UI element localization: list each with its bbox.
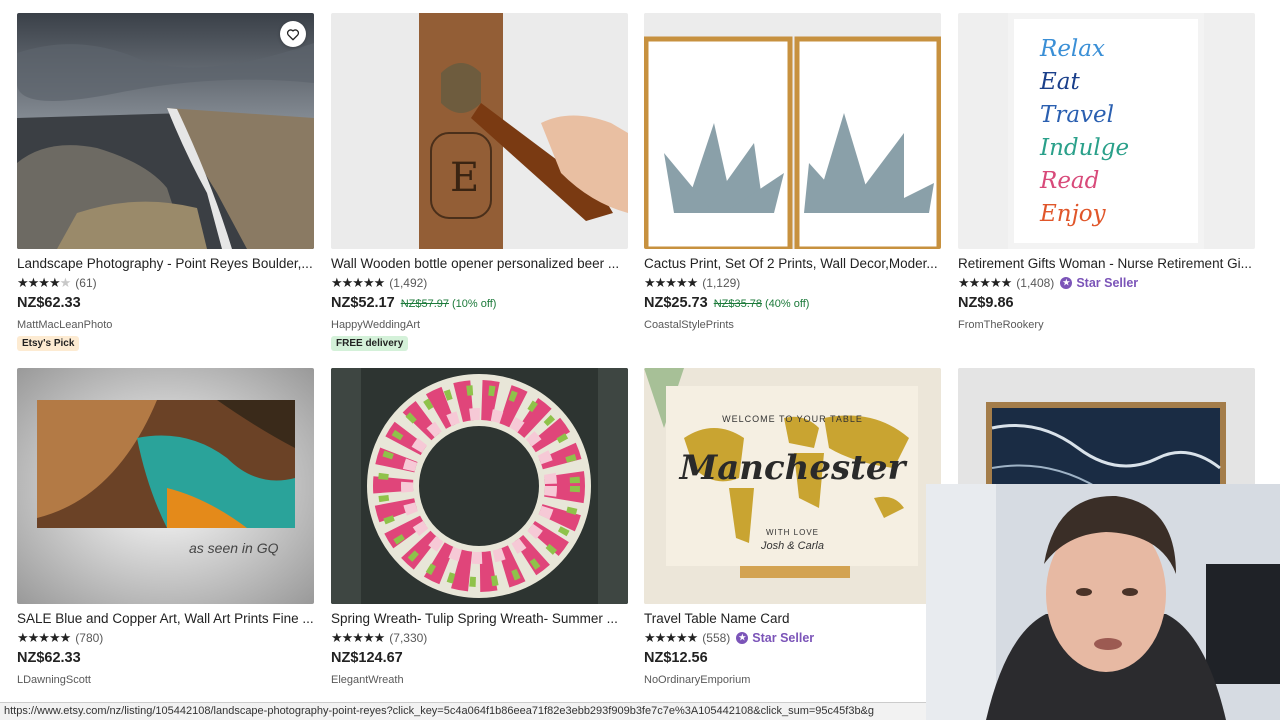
review-count: (780): [75, 630, 104, 645]
listing-price: NZ$25.73: [644, 295, 708, 311]
listing-title[interactable]: Landscape Photography - Point Reyes Boul…: [17, 255, 314, 273]
map-names: Josh & Carla: [761, 540, 824, 552]
map-with-love: WITH LOVE: [765, 528, 819, 537]
original-price: NZ$57.97: [400, 298, 449, 310]
listing-rating: ★★★★★ (1,408) ★ Star Seller: [958, 274, 1255, 291]
review-count: (1,492): [389, 275, 428, 290]
listing-title[interactable]: Cactus Print, Set Of 2 Prints, Wall Deco…: [644, 255, 941, 273]
listing-price: NZ$12.56: [644, 650, 708, 666]
listing-image-retirement-print[interactable]: Relax Eat Travel Indulge Read Enjoy: [958, 13, 1255, 249]
review-count: (1,408): [1016, 275, 1055, 290]
print-poster: Relax Eat Travel Indulge Read Enjoy: [1008, 13, 1204, 249]
listing-image-copper-art[interactable]: as seen in GQ: [17, 368, 314, 604]
star-seller-badge-icon: ★: [736, 631, 749, 644]
original-price: NZ$35.78: [713, 298, 762, 310]
listing-rating: ★★★★★ (780): [17, 629, 314, 646]
rating-stars: ★★★★★: [17, 629, 71, 645]
star-seller-badge-icon: ★: [1060, 276, 1073, 289]
listing-rating: ★★★★★ (1,492): [331, 274, 628, 291]
rating-stars: ★★★★★: [331, 274, 385, 290]
listing-title[interactable]: Retirement Gifts Woman - Nurse Retiremen…: [958, 255, 1255, 273]
listing-card[interactable]: Landscape Photography - Point Reyes Boul…: [17, 13, 314, 351]
review-count: (558): [702, 630, 731, 645]
review-count: (7,330): [389, 630, 428, 645]
rating-stars: ★★★★★: [17, 274, 71, 290]
listing-price: NZ$62.33: [17, 295, 81, 311]
shop-name: NoOrdinaryEmporium: [644, 674, 751, 686]
browser-status-bar: https://www.etsy.com/nz/listing/10544210…: [0, 702, 926, 720]
listing-rating: ★★★★★ (7,330): [331, 629, 628, 646]
free-delivery-badge: FREE delivery: [331, 336, 409, 351]
favorite-button[interactable]: [280, 21, 306, 47]
listing-price: NZ$9.86: [958, 295, 1014, 311]
listing-card[interactable]: Spring Wreath- Tulip Spring Wreath- Summ…: [331, 368, 628, 686]
listing-price: NZ$124.67: [331, 650, 403, 666]
listing-card[interactable]: Cactus Print, Set Of 2 Prints, Wall Deco…: [644, 13, 941, 331]
retirement-word-list: Relax Eat Travel Indulge Read Enjoy: [1040, 36, 1130, 227]
star-seller-label: ★ Star Seller: [1060, 276, 1138, 290]
listing-image-bottle-opener[interactable]: E: [331, 13, 628, 249]
review-count: (1,129): [702, 275, 741, 290]
monogram-letter: E: [450, 155, 480, 201]
listing-title[interactable]: Wall Wooden bottle opener personalized b…: [331, 255, 628, 273]
listing-price: NZ$62.33: [17, 650, 81, 666]
discount-label: (10% off): [452, 298, 497, 310]
rating-stars: ★★★★★: [644, 629, 698, 645]
discount-label: (40% off): [765, 298, 810, 310]
listing-image-tulip-wreath[interactable]: [331, 368, 628, 604]
shop-name: FromTheRookery: [958, 319, 1044, 331]
listing-title[interactable]: Travel Table Name Card: [644, 610, 941, 628]
listing-rating: ★★★★★ (61): [17, 274, 314, 291]
map-header: WELCOME TO YOUR TABLE: [722, 414, 863, 424]
map-title: Manchester: [679, 448, 906, 488]
shop-name: LDawningScott: [17, 674, 91, 686]
rating-stars: ★★★★★: [644, 274, 698, 290]
listing-card[interactable]: as seen in GQ SALE Blue and Copper Art, …: [17, 368, 314, 686]
listing-card[interactable]: E Wall Wooden bottle opener personalized…: [331, 13, 628, 351]
rating-stars: ★★★★★: [958, 274, 1012, 290]
listing-rating: ★★★★★ (558) ★ Star Seller: [644, 629, 941, 646]
gq-caption: as seen in GQ: [189, 540, 279, 556]
listing-card[interactable]: WELCOME TO YOUR TABLE Manchester WITH LO…: [644, 368, 941, 686]
star-seller-label: ★ Star Seller: [736, 631, 814, 645]
listing-image-cactus-print[interactable]: [644, 13, 941, 249]
listing-image-travel-card[interactable]: WELCOME TO YOUR TABLE Manchester WITH LO…: [644, 368, 941, 604]
heart-outline-icon: [286, 28, 300, 40]
listing-title[interactable]: Spring Wreath- Tulip Spring Wreath- Summ…: [331, 610, 628, 628]
rating-stars: ★★★★★: [331, 629, 385, 645]
webcam-overlay: [926, 484, 1280, 720]
listing-rating: ★★★★★ (1,129): [644, 274, 941, 291]
etsys-pick-badge: Etsy's Pick: [17, 336, 80, 351]
shop-name: MattMacLeanPhoto: [17, 319, 113, 331]
review-count: (61): [75, 275, 97, 290]
shop-name: ElegantWreath: [331, 674, 404, 686]
listing-title[interactable]: SALE Blue and Copper Art, Wall Art Print…: [17, 610, 314, 628]
listing-card[interactable]: Relax Eat Travel Indulge Read Enjoy Reti…: [958, 13, 1255, 331]
shop-name: HappyWeddingArt: [331, 319, 421, 331]
listing-image-landscape[interactable]: [17, 13, 314, 249]
listing-price: NZ$52.17: [331, 295, 395, 311]
shop-name: CoastalStylePrints: [644, 319, 734, 331]
